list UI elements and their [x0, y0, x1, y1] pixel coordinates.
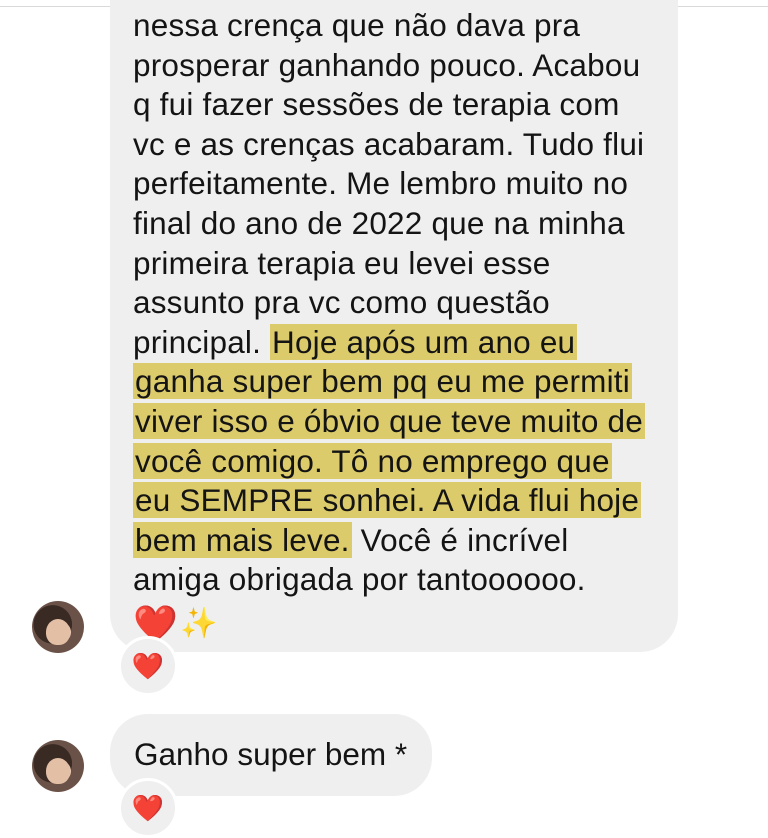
message-line: q fui fazer sessões de terapia com: [133, 86, 620, 123]
message-line: vc e as crenças acabaram. Tudo flui: [133, 125, 645, 162]
highlighted-text: eu SEMPRE sonhei. A vida flui hoje: [133, 482, 642, 519]
message-line: nessa crença que não dava pra: [133, 7, 581, 43]
highlighted-text: você comigo. Tô no emprego que: [133, 442, 612, 479]
message-line: principal.: [133, 323, 271, 360]
message-text: nessa crença que não dava pra prosperar …: [133, 6, 668, 643]
message-line: primeira terapia eu levei esse: [133, 244, 551, 281]
heart-icon: ❤️: [131, 651, 165, 681]
message-line: prosperar ganhando pouco. Acabou: [133, 46, 641, 83]
highlighted-text: ganha super bem pq eu me permiti: [133, 363, 632, 400]
contact-avatar[interactable]: [32, 740, 84, 792]
message-text: Ganho super bem *: [134, 736, 408, 772]
message-bubble[interactable]: nessa crença que não dava pra prosperar …: [110, 0, 678, 652]
highlighted-text: Hoje após um ano eu: [270, 323, 578, 360]
reaction-badge[interactable]: ❤️: [118, 778, 178, 838]
message-line: assunto pra vc como questão: [133, 284, 550, 321]
heart-icon: ❤️: [131, 793, 165, 823]
emoji-row: ❤️✨: [133, 602, 668, 643]
message-line: amiga obrigada por tantoooooo.: [133, 561, 586, 598]
message-line: final do ano de 2022 que na minha: [133, 204, 625, 241]
highlighted-text: viver isso e óbvio que teve muito de: [133, 402, 645, 439]
contact-avatar[interactable]: [32, 601, 84, 653]
message-line: perfeitamente. Me lembro muito no: [133, 165, 629, 202]
highlighted-text: bem mais leve.: [133, 521, 352, 558]
message-line: Você é incrível: [351, 521, 569, 558]
reaction-badge[interactable]: ❤️: [118, 636, 178, 696]
sparkles-icon: ✨: [180, 606, 218, 640]
